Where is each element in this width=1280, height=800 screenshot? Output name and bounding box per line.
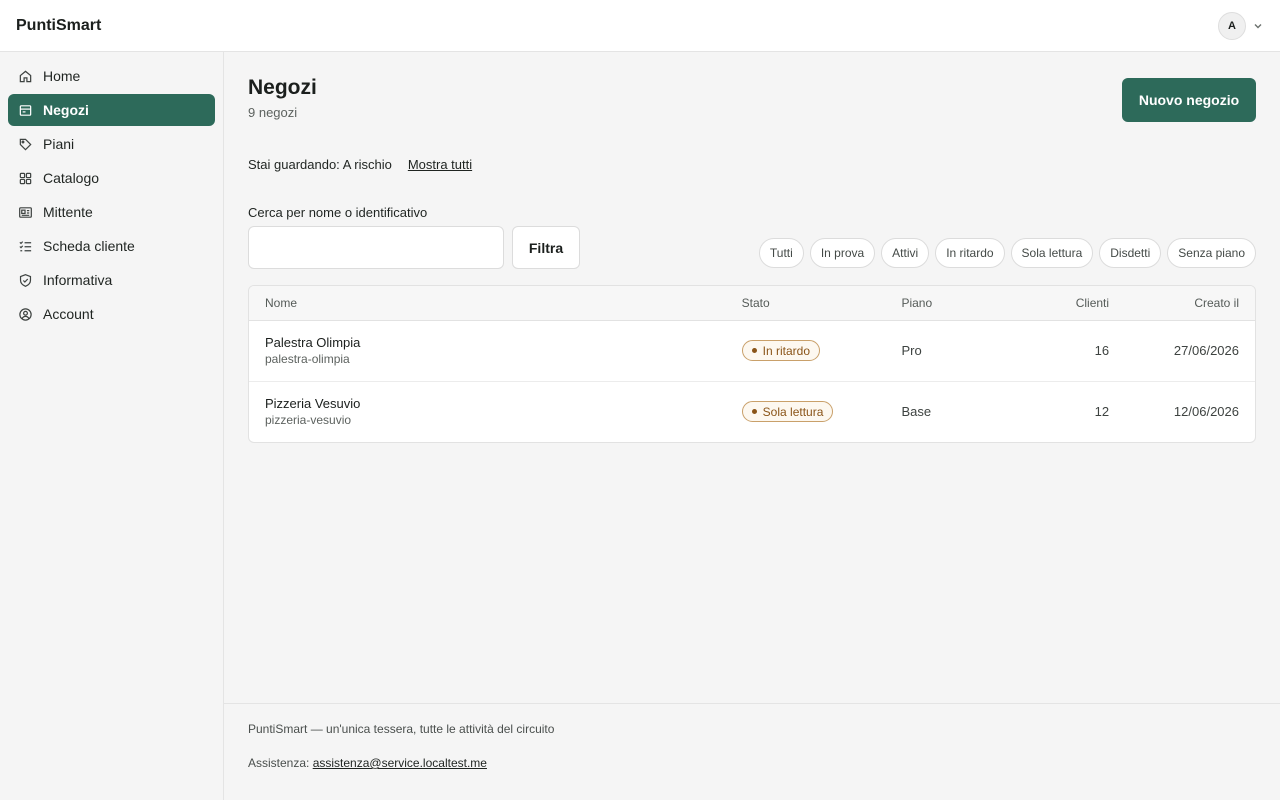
- search-label: Cerca per nome o identificativo: [248, 205, 428, 220]
- filter-button[interactable]: Filtra: [512, 226, 580, 269]
- sidebar-item-home[interactable]: Home: [8, 60, 215, 92]
- page-subtitle: 9 negozi: [248, 105, 298, 120]
- store-slug: pizzeria-vesuvio: [265, 413, 352, 428]
- sidebar-item-scheda-cliente[interactable]: Scheda cliente: [8, 230, 215, 262]
- sidebar-item-label: Mittente: [43, 204, 93, 220]
- sidebar-item-informativa[interactable]: Informativa: [8, 264, 215, 296]
- chevron-down-icon[interactable]: [1252, 20, 1264, 32]
- new-store-button[interactable]: Nuovo negozio: [1122, 78, 1256, 122]
- column-header-status: Stato: [725, 286, 886, 321]
- status-badge: In ritardo: [741, 340, 821, 361]
- user-menu[interactable]: A: [1218, 11, 1264, 40]
- tag-icon: [19, 138, 32, 151]
- status-badge-label: In ritardo: [762, 343, 811, 358]
- column-header-name: Nome: [249, 286, 726, 321]
- show-all-link[interactable]: Mostra tutti: [408, 157, 472, 172]
- search-input[interactable]: [248, 226, 504, 269]
- main-content: Negozi 9 negozi Nuovo negozio Stai guard…: [224, 52, 1280, 703]
- footer-support-label: Assistenza:: [248, 756, 310, 770]
- home-icon: [19, 70, 32, 82]
- created-cell: 27/06/2026: [1125, 320, 1255, 382]
- status-dot-icon: [751, 348, 757, 353]
- sidebar-item-catalogo[interactable]: Catalogo: [8, 162, 215, 194]
- chip-sola-lettura[interactable]: Sola lettura: [1010, 238, 1094, 268]
- grid-icon: [19, 172, 32, 184]
- chip-in-ritardo[interactable]: In ritardo: [935, 238, 1005, 268]
- column-header-plan: Piano: [885, 286, 1036, 321]
- column-header-created: Creato il: [1125, 286, 1255, 321]
- chip-in-prova[interactable]: In prova: [809, 238, 876, 268]
- store-icon: [19, 104, 32, 116]
- id-card-icon: [19, 206, 32, 218]
- active-filter-text: Stai guardando: A rischio: [248, 157, 392, 172]
- sidebar: Home Negozi Piani Catalogo Mittente Sche…: [0, 52, 224, 800]
- status-filter-chips: Tutti In prova Attivi In ritardo Sola le…: [758, 238, 1256, 268]
- sidebar-item-label: Negozi: [43, 102, 89, 118]
- sidebar-item-label: Account: [43, 306, 94, 322]
- status-badge-label: Sola lettura: [762, 404, 824, 419]
- page-title: Negozi: [248, 76, 317, 99]
- footer: PuntiSmart — un'unica tessera, tutte le …: [224, 703, 1280, 800]
- clients-cell: 12: [1094, 404, 1110, 420]
- status-dot-icon: [751, 409, 757, 415]
- sidebar-item-mittente[interactable]: Mittente: [8, 196, 215, 228]
- table-row[interactable]: Palestra Olimpia palestra-olimpia In rit…: [249, 320, 1255, 382]
- checklist-icon: [19, 240, 32, 251]
- column-header-clients: Clienti: [1035, 286, 1126, 321]
- plan-cell: Base: [901, 404, 932, 420]
- chip-disdetti[interactable]: Disdetti: [1099, 238, 1162, 268]
- brand-logo-text[interactable]: PuntiSmart: [16, 17, 101, 35]
- avatar[interactable]: A: [1218, 11, 1246, 40]
- footer-tagline: PuntiSmart — un'unica tessera, tutte le …: [248, 722, 555, 736]
- shield-check-icon: [19, 273, 32, 287]
- table-header-row: Nome Stato Piano Clienti Creato il: [249, 286, 1255, 321]
- store-name[interactable]: Palestra Olimpia: [265, 335, 710, 350]
- sidebar-item-label: Scheda cliente: [43, 238, 135, 254]
- active-filter-notice: Stai guardando: A rischio Mostra tutti: [248, 157, 472, 172]
- top-bar: PuntiSmart A: [0, 0, 1280, 52]
- sidebar-item-piani[interactable]: Piani: [8, 128, 215, 160]
- clients-cell: 16: [1035, 320, 1126, 382]
- created-cell: 12/06/2026: [1173, 404, 1239, 420]
- status-cell: Sola lettura: [726, 381, 886, 442]
- store-name-cell: Palestra Olimpia palestra-olimpia: [249, 320, 726, 382]
- chip-senza-piano[interactable]: Senza piano: [1167, 238, 1256, 268]
- store-name-cell: Pizzeria Vesuvio pizzeria-vesuvio: [249, 381, 726, 442]
- sidebar-item-label: Piani: [43, 136, 75, 152]
- status-cell: In ritardo: [725, 320, 886, 382]
- status-badge: Sola lettura: [741, 401, 834, 423]
- user-circle-icon: [19, 307, 32, 321]
- table-row[interactable]: Pizzeria Vesuvio pizzeria-vesuvio Sola l…: [249, 381, 1255, 442]
- store-name[interactable]: Pizzeria Vesuvio: [265, 396, 710, 411]
- chip-attivi[interactable]: Attivi: [881, 238, 930, 268]
- plan-cell: Pro: [885, 320, 1036, 382]
- chip-tutti[interactable]: Tutti: [758, 238, 804, 268]
- store-slug: palestra-olimpia: [265, 352, 350, 366]
- sidebar-item-label: Catalogo: [43, 170, 100, 186]
- sidebar-item-label: Home: [43, 68, 81, 84]
- footer-support: Assistenza: assistenza@service.localtest…: [248, 756, 487, 770]
- sidebar-item-account[interactable]: Account: [8, 298, 215, 330]
- sidebar-item-label: Informativa: [43, 272, 113, 288]
- support-email-link[interactable]: assistenza@service.localtest.me: [313, 756, 487, 770]
- sidebar-item-negozi[interactable]: Negozi: [8, 94, 215, 126]
- stores-table: Nome Stato Piano Clienti Creato il Pales…: [248, 285, 1256, 443]
